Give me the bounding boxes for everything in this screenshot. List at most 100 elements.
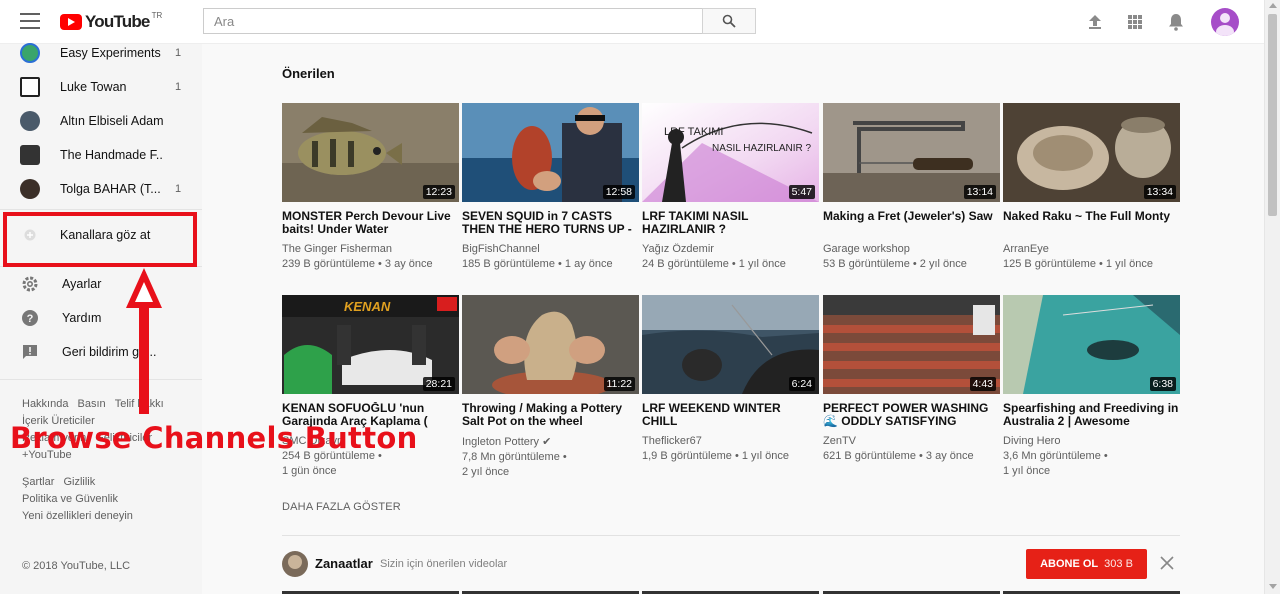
video-channel[interactable]: Ingleton Pottery ✔ xyxy=(462,435,639,448)
video-thumbnail[interactable]: 11:22 xyxy=(462,295,639,394)
video-channel[interactable]: Yağız Özdemir xyxy=(642,243,819,255)
sidebar: Easy Experiments 1 Luke Towan 1 Altın El… xyxy=(0,43,202,594)
video-channel[interactable]: ZenTV xyxy=(823,435,1000,447)
video-thumbnail[interactable]: 12:58 xyxy=(462,103,639,202)
footer-links-row: Yeni özellikleri deneyin xyxy=(22,510,133,522)
sidebar-item-help[interactable]: ? Yardım xyxy=(0,302,202,334)
video-title[interactable]: PERFECT POWER WASHING 🌊 ODDLY SATISFYING xyxy=(823,402,1000,429)
subscription-count: 1 xyxy=(175,81,182,93)
footer-link-privacy[interactable]: Gizlilik xyxy=(63,476,95,488)
apps-icon[interactable] xyxy=(1125,12,1145,32)
video-thumbnail[interactable]: 13:14 xyxy=(823,103,1000,202)
footer-link-new-features[interactable]: Yeni özellikleri deneyin xyxy=(22,510,133,522)
video-card[interactable]: 12:23 MONSTER Perch Devour Live baits! U… xyxy=(282,103,459,272)
video-channel[interactable]: BigFishChannel xyxy=(462,243,639,255)
video-card[interactable]: 6:38 Spearfishing and Freediving in Aust… xyxy=(1003,295,1180,479)
channel-avatar xyxy=(20,77,40,97)
youtube-logo[interactable]: YouTube TR xyxy=(60,11,162,33)
video-duration: 6:38 xyxy=(1149,377,1176,391)
help-icon: ? xyxy=(20,308,40,328)
footer-link-press[interactable]: Basın xyxy=(78,398,106,410)
video-meta: 7,8 Mn görüntüleme • 2 yıl önce xyxy=(462,451,567,478)
video-title[interactable]: Throwing / Making a Pottery Salt Pot on … xyxy=(462,402,639,429)
account-avatar[interactable] xyxy=(1211,8,1239,36)
video-thumbnail[interactable]: 12:23 xyxy=(282,103,459,202)
video-title[interactable]: LRF WEEKEND WINTER CHILL xyxy=(642,402,819,429)
sidebar-divider xyxy=(0,209,202,210)
video-duration: 6:24 xyxy=(788,377,815,391)
video-thumbnail[interactable]: 6:38 xyxy=(1003,295,1180,394)
video-thumbnail[interactable]: KENAN 28:21 xyxy=(282,295,459,394)
footer-link-policy-safety[interactable]: Politika ve Güvenlik xyxy=(22,493,118,505)
video-channel[interactable]: Theflicker67 xyxy=(642,435,819,447)
subscription-name: Altın Elbiseli Adam xyxy=(60,114,164,128)
video-title[interactable]: Naked Raku ~ The Full Monty xyxy=(1003,210,1180,237)
video-meta: 185 B görüntüleme • 1 ay önce xyxy=(462,258,613,270)
video-thumbnail[interactable]: 6:24 xyxy=(642,295,819,394)
footer-link-about[interactable]: Hakkında xyxy=(22,398,68,410)
upload-icon[interactable] xyxy=(1085,12,1105,32)
video-duration: 4:43 xyxy=(969,377,996,391)
video-title[interactable]: Making a Fret (Jeweler's) Saw xyxy=(823,210,1000,237)
video-duration: 28:21 xyxy=(422,377,455,391)
video-card[interactable]: 6:24 LRF WEEKEND WINTER CHILL Theflicker… xyxy=(642,295,819,464)
video-title[interactable]: MONSTER Perch Devour Live baits! Under W… xyxy=(282,210,459,237)
video-title[interactable]: SEVEN SQUID in 7 CASTS THEN THE HERO TUR… xyxy=(462,210,639,237)
footer-links-row: Politika ve Güvenlik xyxy=(22,493,118,505)
video-card[interactable]: 13:14 Making a Fret (Jeweler's) Saw Gara… xyxy=(823,103,1000,272)
video-thumbnail[interactable]: LRF TAKIMI NASIL HAZIRLANIR ? 5:47 xyxy=(642,103,819,202)
copyright-text: © 2018 YouTube, LLC xyxy=(22,560,131,572)
video-meta: 1,9 B görüntüleme • 1 yıl önce xyxy=(642,450,789,462)
sidebar-subscription-altin-elbiseli-adam[interactable]: Altın Elbiseli Adam xyxy=(0,106,202,136)
video-meta: 125 B görüntüleme • 1 yıl önce xyxy=(1003,258,1153,270)
video-thumbnail[interactable]: 4:43 xyxy=(823,295,1000,394)
video-channel[interactable]: The Ginger Fisherman xyxy=(282,243,459,255)
video-card[interactable]: 4:43 PERFECT POWER WASHING 🌊 ODDLY SATIS… xyxy=(823,295,1000,464)
sidebar-subscription-tolga-bahar[interactable]: Tolga BAHAR (T... 1 xyxy=(0,174,202,204)
footer-links-row: Şartlar Gizlilik xyxy=(22,476,95,488)
shelf-subtitle: Sizin için önerilen videolar xyxy=(380,558,508,570)
scroll-thumb[interactable] xyxy=(1268,14,1277,216)
video-duration: 12:58 xyxy=(602,185,635,199)
video-card[interactable]: 12:58 SEVEN SQUID in 7 CASTS THEN THE HE… xyxy=(462,103,639,272)
video-thumbnail[interactable]: 13:34 xyxy=(1003,103,1180,202)
youtube-play-icon xyxy=(60,14,82,30)
footer-link-terms[interactable]: Şartlar xyxy=(22,476,54,488)
video-card[interactable]: LRF TAKIMI NASIL HAZIRLANIR ? 5:47 LRF T… xyxy=(642,103,819,272)
sidebar-subscription-luke-towan[interactable]: Luke Towan 1 xyxy=(0,72,202,102)
video-channel[interactable]: Garage workshop xyxy=(823,243,1000,255)
video-channel[interactable]: ArranEye xyxy=(1003,243,1180,255)
sidebar-item-settings[interactable]: Ayarlar xyxy=(0,268,202,300)
close-icon[interactable] xyxy=(1160,556,1174,570)
video-meta: 3,6 Mn görüntüleme • 1 yıl önce xyxy=(1003,450,1108,477)
feedback-icon xyxy=(20,342,40,362)
video-card[interactable]: 13:34 Naked Raku ~ The Full Monty ArranE… xyxy=(1003,103,1180,272)
sidebar-item-feedback[interactable]: Geri bildirim gö... xyxy=(0,336,202,368)
video-title[interactable]: Spearfishing and Freediving in Australia… xyxy=(1003,402,1180,429)
search-input[interactable]: Ara xyxy=(203,8,703,34)
show-more-button[interactable]: DAHA FAZLA GÖSTER xyxy=(282,501,401,513)
page-scrollbar[interactable] xyxy=(1264,0,1280,594)
subscriber-count: 303 B xyxy=(1104,558,1133,570)
shelf-divider xyxy=(282,535,1180,536)
scroll-down-icon[interactable] xyxy=(1269,584,1277,589)
svg-text:?: ? xyxy=(27,313,34,325)
sidebar-divider xyxy=(0,379,202,380)
video-duration: 13:34 xyxy=(1143,185,1176,199)
search-button[interactable] xyxy=(702,8,756,34)
shelf-title[interactable]: Zanaatlar xyxy=(315,556,373,571)
video-title[interactable]: LRF TAKIMI NASIL HAZIRLANIR ? xyxy=(642,210,819,237)
sidebar-subscription-handmade[interactable]: The Handmade F... xyxy=(0,140,202,170)
subscription-count: 1 xyxy=(175,47,182,59)
notifications-icon[interactable] xyxy=(1166,12,1186,32)
video-card[interactable]: 11:22 Throwing / Making a Pottery Salt P… xyxy=(462,295,639,480)
scroll-up-icon[interactable] xyxy=(1269,3,1277,8)
menu-icon[interactable] xyxy=(18,13,42,31)
shelf-channel-avatar[interactable] xyxy=(282,551,308,577)
sidebar-subscription-easy-experiments[interactable]: Easy Experiments 1 xyxy=(0,38,202,68)
settings-label: Ayarlar xyxy=(62,277,102,291)
video-channel[interactable]: Diving Hero xyxy=(1003,435,1180,447)
subscribe-button[interactable]: ABONE OL 303 B xyxy=(1026,549,1147,579)
thumb-text: NASIL HAZIRLANIR ? xyxy=(712,143,812,154)
subscription-name: Luke Towan xyxy=(60,80,127,94)
